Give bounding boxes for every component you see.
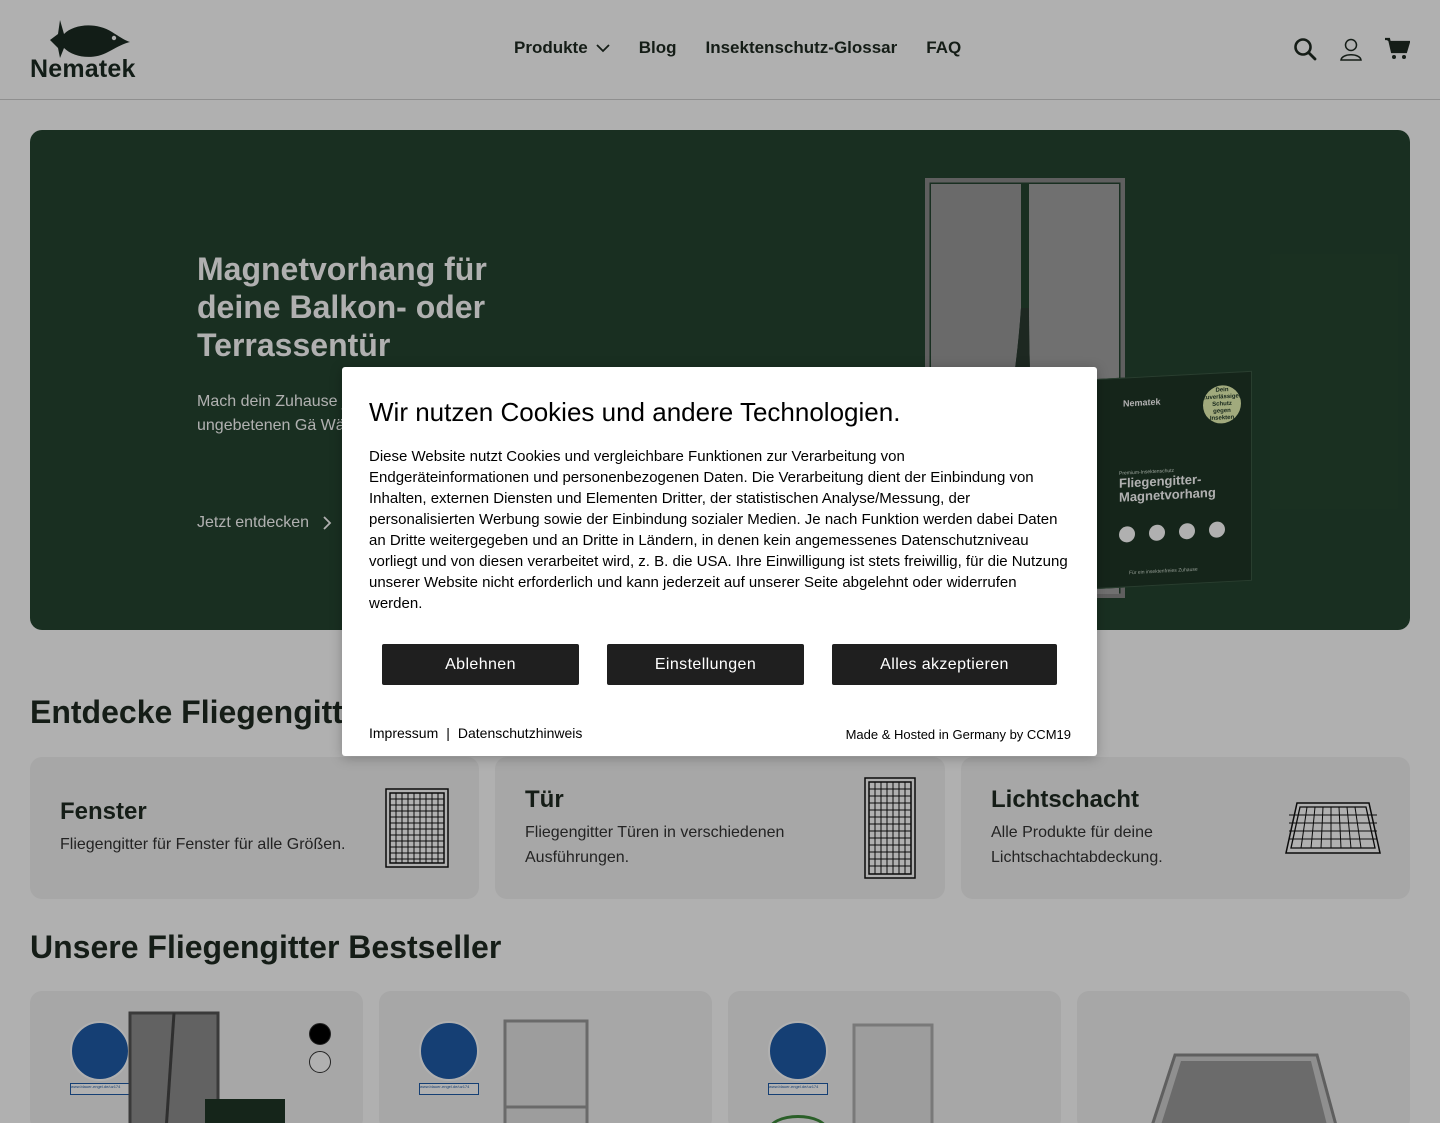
cookie-consent-dialog: Wir nutzen Cookies und andere Technologi… — [342, 367, 1097, 756]
link-separator: | — [446, 725, 450, 741]
privacy-link[interactable]: Datenschutzhinweis — [458, 725, 583, 741]
cookie-title: Wir nutzen Cookies und andere Technologi… — [369, 397, 901, 427]
accept-all-button[interactable]: Alles akzeptieren — [832, 644, 1057, 685]
imprint-link[interactable]: Impressum — [369, 725, 438, 741]
decline-button[interactable]: Ablehnen — [382, 644, 579, 685]
ccm19-credit[interactable]: Made & Hosted in Germany by CCM19 — [846, 727, 1071, 742]
settings-button[interactable]: Einstellungen — [607, 644, 804, 685]
cookie-text: Diese Website nutzt Cookies und vergleic… — [369, 448, 1068, 612]
cookie-footer-links: Impressum | Datenschutzhinweis — [369, 725, 582, 741]
